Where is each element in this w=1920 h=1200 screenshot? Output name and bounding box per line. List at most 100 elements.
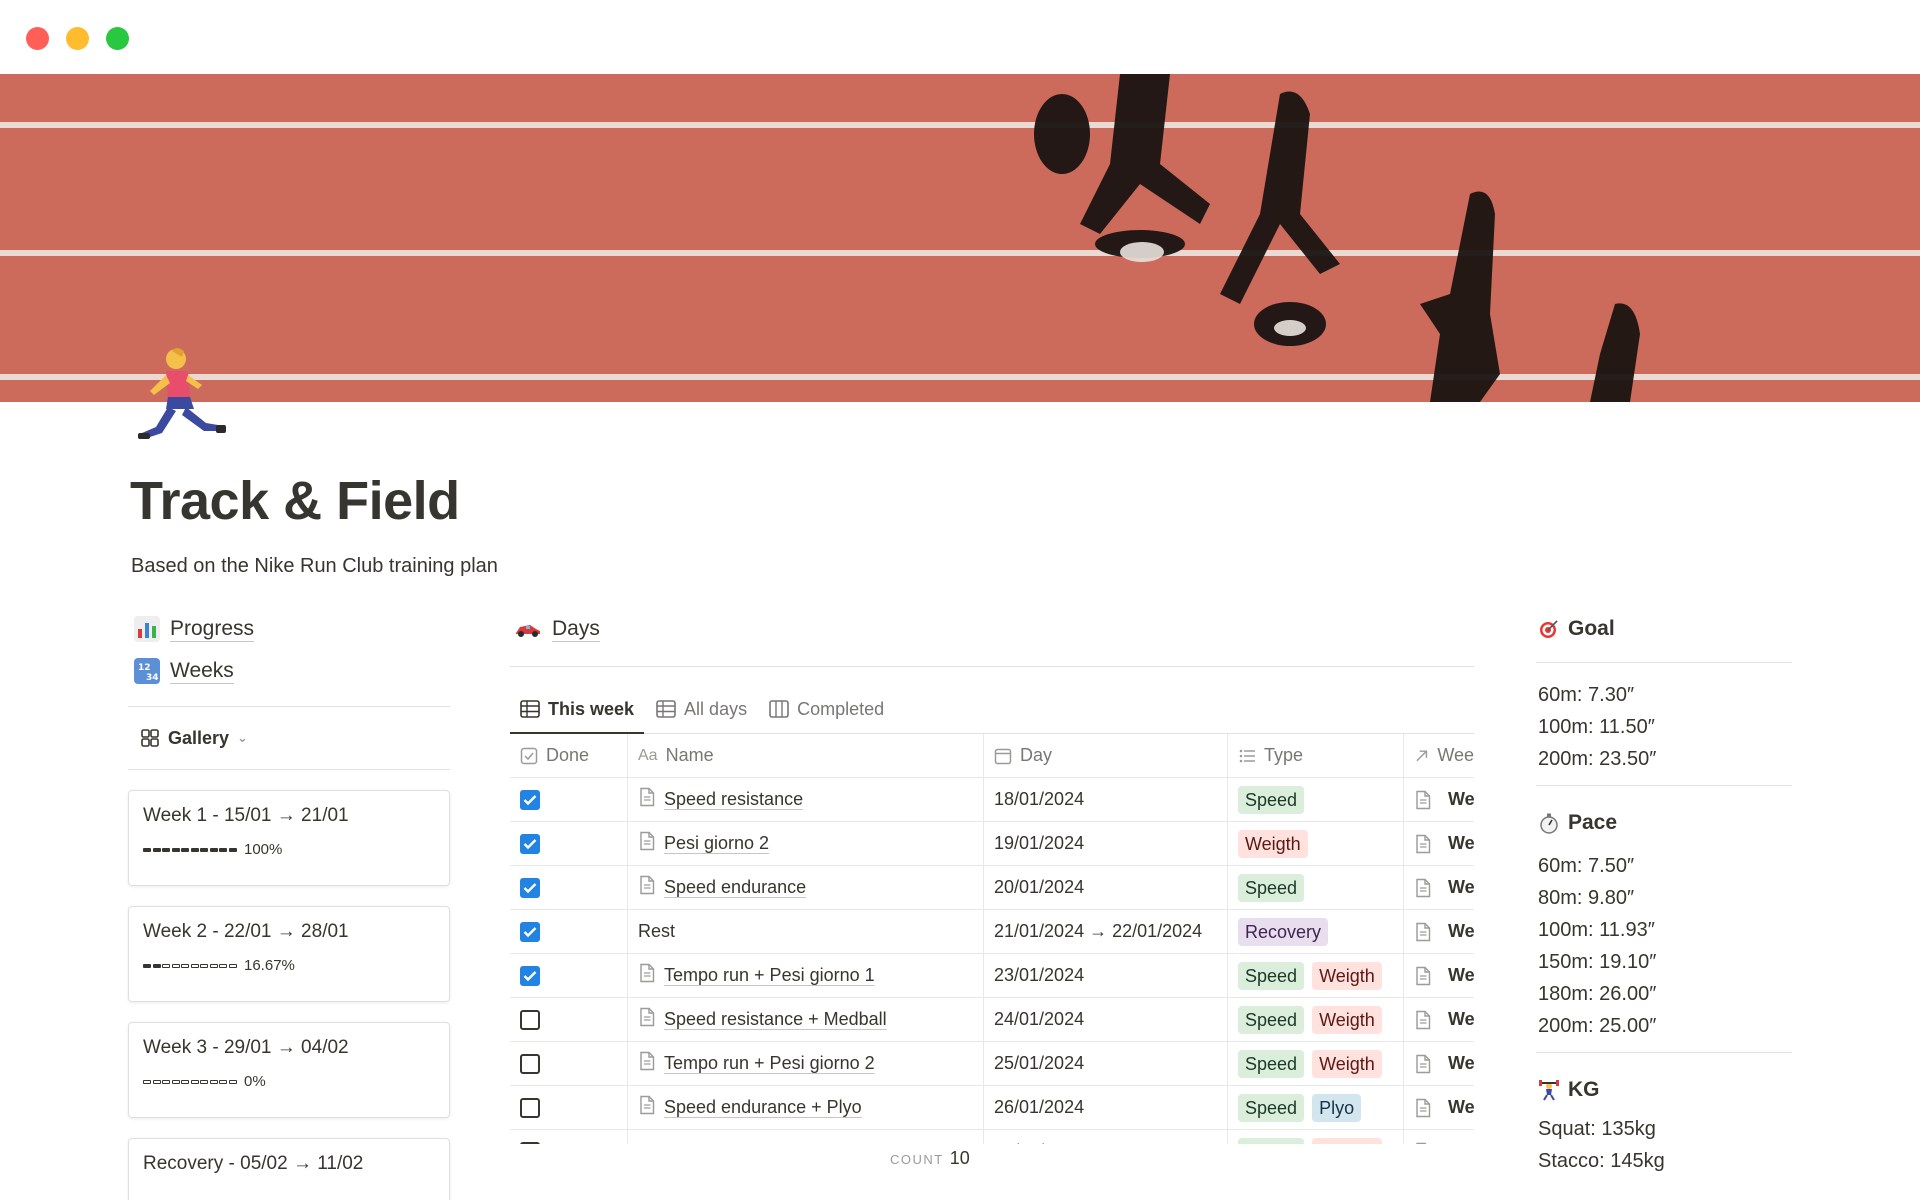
gallery-view-selector[interactable]: Gallery ⌄ <box>128 707 450 769</box>
name-cell[interactable]: Tempo run + Pesi giorno 2 <box>628 1042 984 1085</box>
pace-line[interactable]: 200m: 25.00″ <box>1536 1010 1792 1042</box>
gallery-card[interactable]: Week 2 - 22/01 → 28/01 16.67% <box>128 906 450 1002</box>
type-cell[interactable]: Recovery <box>1228 910 1404 953</box>
day-cell[interactable]: 24/01/2024 <box>984 998 1228 1041</box>
name-cell[interactable]: Pesi giorno 2 <box>628 822 984 865</box>
table-row[interactable]: Tempo run + Pesi giorno 2 25/01/2024 Speed… <box>510 1042 1474 1086</box>
page-subtitle[interactable]: Based on the Nike Run Club training plan <box>131 555 498 578</box>
day-cell[interactable]: 27/01/2024 <box>984 1130 1228 1144</box>
week-cell[interactable]: We <box>1404 998 1474 1041</box>
tab-completed[interactable]: Completed <box>769 685 894 733</box>
name-cell[interactable]: Speed endurance + Plyo <box>628 1086 984 1129</box>
table-row[interactable]: Speed resistance 18/01/2024 Speed We <box>510 778 1474 822</box>
table-row[interactable]: Tempo run + Pesi giorno 1 23/01/2024 Speed… <box>510 954 1474 998</box>
column-header-week[interactable]: Wee <box>1404 734 1474 777</box>
column-header-name[interactable]: Aa Name <box>628 734 984 777</box>
done-checkbox[interactable] <box>520 1009 540 1030</box>
type-cell[interactable]: Speed <box>1228 866 1404 909</box>
pace-heading[interactable]: Pace <box>1536 802 1792 844</box>
week-cell[interactable]: We <box>1404 1042 1474 1085</box>
row-name[interactable]: Speed resistance + Medball <box>664 1009 887 1030</box>
gallery-card[interactable]: Recovery - 05/02 → 11/02 <box>128 1138 450 1200</box>
type-cell[interactable]: SpeedWeigth <box>1228 1130 1404 1144</box>
day-cell[interactable]: 25/01/2024 <box>984 1042 1228 1085</box>
column-header-day[interactable]: Day <box>984 734 1228 777</box>
done-checkbox[interactable] <box>520 877 540 898</box>
row-name[interactable]: Tempo run + Pesi giorno 1 <box>664 965 875 986</box>
page-icon <box>1414 1098 1440 1118</box>
day-cell[interactable]: 20/01/2024 <box>984 866 1228 909</box>
row-name[interactable]: Rest <box>638 921 675 942</box>
tab-this-week[interactable]: This week <box>509 685 645 734</box>
day-cell[interactable]: 26/01/2024 <box>984 1086 1228 1129</box>
row-name[interactable]: Pesi giorno 2 <box>664 833 769 854</box>
tab-all-days[interactable]: All days <box>656 685 757 733</box>
done-checkbox[interactable] <box>520 1097 540 1118</box>
table-row[interactable]: Tr... 27/01/2024 Speed Weigth We <box>510 1130 1474 1144</box>
name-cell[interactable]: Speed resistance + Medball <box>628 998 984 1041</box>
pace-line[interactable]: 180m: 26.00″ <box>1536 978 1792 1010</box>
row-name[interactable]: Speed endurance <box>664 877 806 898</box>
name-cell[interactable]: Tempo run + Pesi giorno 1 <box>628 954 984 997</box>
minimize-window-button[interactable] <box>66 27 89 50</box>
done-checkbox[interactable] <box>520 1053 540 1074</box>
table-row[interactable]: Speed endurance + Plyo 26/01/2024 Speed Ply… <box>510 1086 1474 1130</box>
column-header-done[interactable]: Done <box>510 734 628 777</box>
done-checkbox[interactable] <box>520 965 540 986</box>
day-cell[interactable]: 21/01/2024 → 22/01/2024 <box>984 910 1228 953</box>
goal-line[interactable]: 200m: 23.50″ <box>1536 743 1792 775</box>
week-cell[interactable]: We <box>1404 866 1474 909</box>
pace-line[interactable]: 150m: 19.10″ <box>1536 946 1792 978</box>
day-cell[interactable]: 23/01/2024 <box>984 954 1228 997</box>
week-cell[interactable]: We <box>1404 910 1474 953</box>
row-name[interactable]: Speed resistance <box>664 789 803 810</box>
progress-link[interactable]: Progress <box>128 608 450 650</box>
type-cell[interactable]: SpeedWeigth <box>1228 954 1404 997</box>
runner-icon[interactable] <box>136 345 228 445</box>
done-checkbox[interactable] <box>520 833 540 854</box>
pace-line[interactable]: 80m: 9.80″ <box>1536 882 1792 914</box>
done-checkbox[interactable] <box>520 921 540 942</box>
pace-line[interactable]: 100m: 11.93″ <box>1536 914 1792 946</box>
row-name[interactable]: Speed endurance + Plyo <box>664 1097 862 1118</box>
name-cell[interactable]: Tr... <box>628 1130 984 1144</box>
column-header-type[interactable]: Type <box>1228 734 1404 777</box>
type-cell[interactable]: SpeedWeigth <box>1228 998 1404 1041</box>
kg-heading[interactable]: KG <box>1536 1069 1792 1111</box>
type-cell[interactable]: SpeedWeigth <box>1228 1042 1404 1085</box>
row-name[interactable]: Tr... <box>638 1141 668 1144</box>
kg-line[interactable]: Squat: 135kg <box>1536 1113 1792 1145</box>
name-cell[interactable]: Speed resistance <box>628 778 984 821</box>
done-checkbox[interactable] <box>520 789 540 810</box>
type-cell[interactable]: Weigth <box>1228 822 1404 865</box>
week-cell[interactable]: We <box>1404 954 1474 997</box>
gallery-card[interactable]: Week 3 - 29/01 → 04/02 0% <box>128 1022 450 1118</box>
close-window-button[interactable] <box>26 27 49 50</box>
weeks-link[interactable]: 12 34 Weeks <box>128 650 450 692</box>
type-cell[interactable]: Speed <box>1228 778 1404 821</box>
week-cell[interactable]: We <box>1404 778 1474 821</box>
row-name[interactable]: Tempo run + Pesi giorno 2 <box>664 1053 875 1074</box>
goal-line[interactable]: 100m: 11.50″ <box>1536 711 1792 743</box>
table-row[interactable]: Speed endurance 20/01/2024 Speed We <box>510 866 1474 910</box>
name-cell[interactable]: Speed endurance <box>628 866 984 909</box>
page-title[interactable]: Track & Field <box>130 470 460 532</box>
week-cell[interactable]: We <box>1404 822 1474 865</box>
pace-line[interactable]: 60m: 7.50″ <box>1536 850 1792 882</box>
day-cell[interactable]: 18/01/2024 <box>984 778 1228 821</box>
goal-line[interactable]: 60m: 7.30″ <box>1536 679 1792 711</box>
day-cell[interactable]: 19/01/2024 <box>984 822 1228 865</box>
type-cell[interactable]: Speed Plyo <box>1228 1086 1404 1129</box>
gallery-card[interactable]: Week 1 - 15/01 → 21/01 100% <box>128 790 450 886</box>
kg-line[interactable]: Stacco: 145kg <box>1536 1145 1792 1177</box>
table-row[interactable]: Pesi giorno 2 19/01/2024 Weigth We <box>510 822 1474 866</box>
table-row[interactable]: Speed resistance + Medball 24/01/2024 Spee… <box>510 998 1474 1042</box>
maximize-window-button[interactable] <box>106 27 129 50</box>
week-cell[interactable]: We <box>1404 1086 1474 1129</box>
name-cell[interactable]: Rest <box>628 910 984 953</box>
week-cell[interactable]: We <box>1404 1130 1474 1144</box>
done-checkbox[interactable] <box>520 1141 540 1144</box>
goal-heading[interactable]: Goal <box>1536 608 1792 650</box>
table-row[interactable]: Rest 21/01/2024 → 22/01/2024 Recovery We <box>510 910 1474 954</box>
days-title[interactable]: Days <box>510 608 1474 650</box>
